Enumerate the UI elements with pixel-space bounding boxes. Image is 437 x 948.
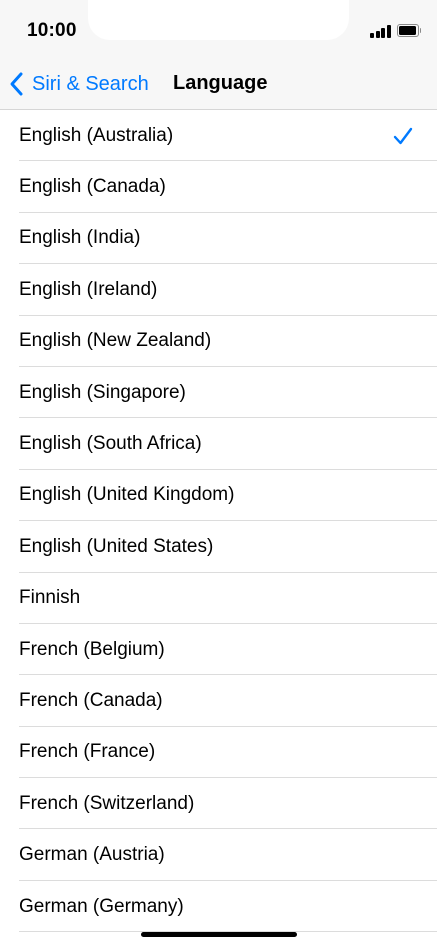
- language-option[interactable]: French (Canada): [0, 675, 437, 728]
- language-option-label: English (New Zealand): [19, 330, 212, 352]
- language-option[interactable]: English (India): [0, 213, 437, 265]
- language-option-label: English (India): [19, 227, 141, 249]
- language-option[interactable]: English (Singapore): [0, 367, 437, 419]
- page-title: Language: [173, 72, 268, 94]
- language-option-label: English (Singapore): [19, 381, 186, 403]
- language-option-label: German (Austria): [19, 844, 165, 866]
- language-option[interactable]: French (Belgium): [0, 624, 437, 676]
- back-button-label: Siri & Search: [32, 72, 149, 95]
- screen-notch: [88, 0, 349, 40]
- language-option-label: English (Australia): [19, 124, 174, 146]
- language-option-label: French (Canada): [19, 689, 163, 711]
- language-option-label: French (France): [19, 741, 156, 763]
- language-option-label: Finnish: [19, 587, 81, 609]
- language-option[interactable]: German (Austria): [0, 829, 437, 882]
- language-option-label: English (United States): [19, 535, 214, 557]
- chevron-left-icon: [10, 72, 23, 96]
- language-option-label: English (United Kingdom): [19, 484, 235, 506]
- language-option-label: French (Switzerland): [19, 792, 195, 814]
- status-time: 10:00: [27, 20, 77, 41]
- language-option[interactable]: English (New Zealand): [0, 316, 437, 368]
- language-option[interactable]: German (Germany): [0, 881, 437, 933]
- language-option[interactable]: English (United States): [0, 521, 437, 573]
- language-option[interactable]: French (France): [0, 727, 437, 779]
- language-option-label: English (South Africa): [19, 433, 202, 455]
- battery-icon: [397, 24, 421, 37]
- language-option[interactable]: English (South Africa): [0, 418, 437, 471]
- language-option-label: English (Ireland): [19, 278, 158, 300]
- language-option[interactable]: French (Switzerland): [0, 778, 437, 830]
- top-bar: 10:00 Siri & Search Language: [0, 0, 437, 110]
- language-list: English (Australia) English (Canada) Engli…: [0, 110, 437, 933]
- language-option[interactable]: Finnish: [0, 573, 437, 625]
- language-option[interactable]: English (Canada): [0, 161, 437, 214]
- language-option[interactable]: English (Ireland): [0, 264, 437, 316]
- cellular-signal-icon: [370, 24, 392, 38]
- home-indicator[interactable]: [141, 932, 297, 937]
- language-option-label: English (Canada): [19, 176, 166, 198]
- language-option[interactable]: English (Australia): [0, 110, 437, 162]
- back-button[interactable]: Siri & Search: [8, 68, 149, 100]
- language-option[interactable]: English (United Kingdom): [0, 470, 437, 522]
- language-option-label: German (Germany): [19, 895, 184, 917]
- checkmark-icon: [393, 127, 413, 144]
- language-option-label: French (Belgium): [19, 638, 165, 660]
